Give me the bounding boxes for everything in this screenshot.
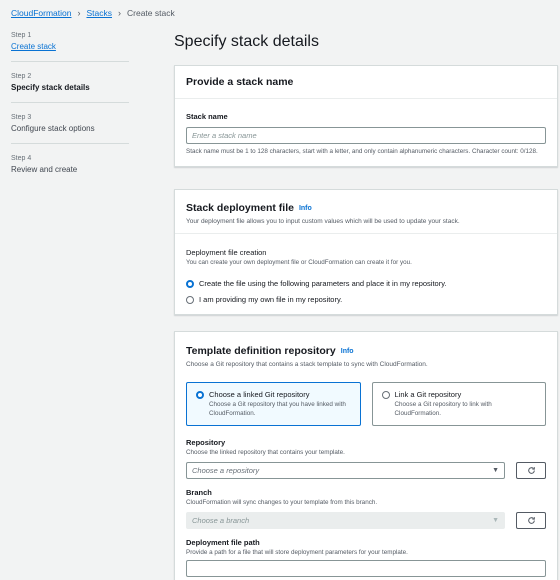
step-2: Step 2 Specify stack details bbox=[11, 73, 129, 103]
info-link[interactable]: Info bbox=[341, 348, 354, 355]
tile-title: Choose a linked Git repository bbox=[209, 390, 310, 399]
repository-select[interactable]: Choose a repository ▼ bbox=[186, 462, 505, 479]
template-repo-panel: Template definition repository Info Choo… bbox=[174, 331, 558, 580]
tile-desc: Choose a Git repository that you have li… bbox=[209, 401, 346, 417]
deployment-file-panel: Stack deployment file Info Your deployme… bbox=[174, 189, 558, 315]
radio-label: Create the file using the following para… bbox=[199, 279, 447, 288]
caret-down-icon: ▼ bbox=[492, 517, 499, 524]
stack-name-panel: Provide a stack name Stack name Enter a … bbox=[174, 65, 558, 167]
deploy-path-field: Deployment file path Provide a path for … bbox=[186, 538, 546, 577]
stack-name-hint: Stack name must be 1 to 128 characters, … bbox=[186, 148, 538, 155]
branch-field: Branch CloudFormation will sync changes … bbox=[186, 488, 546, 529]
breadcrumb-stacks[interactable]: Stacks bbox=[86, 8, 112, 18]
refresh-repository-button[interactable] bbox=[516, 462, 546, 479]
breadcrumb: CloudFormation › Stacks › Create stack bbox=[11, 8, 175, 18]
breadcrumb-current: Create stack bbox=[127, 8, 175, 18]
branch-select-row: Choose a branch ▼ bbox=[186, 512, 546, 529]
deployment-creation-label: Deployment file creation bbox=[186, 248, 267, 257]
panel-description: Choose a Git repository that contains a … bbox=[186, 361, 428, 368]
repository-select-row: Choose a repository ▼ bbox=[186, 462, 546, 479]
tile-title: Link a Git repository bbox=[394, 390, 462, 399]
step-number: Step 3 bbox=[11, 114, 32, 121]
info-link[interactable]: Info bbox=[299, 205, 312, 212]
panel-header: Stack deployment file Info Your deployme… bbox=[175, 190, 557, 234]
deploy-path-label: Deployment file path bbox=[186, 538, 260, 547]
step-label: Configure stack options bbox=[11, 124, 95, 133]
breadcrumb-cloudformation[interactable]: CloudFormation bbox=[11, 8, 71, 18]
step-label-current: Specify stack details bbox=[11, 83, 90, 92]
step-1: Step 1 Create stack bbox=[11, 32, 129, 62]
branch-label: Branch bbox=[186, 488, 212, 497]
radio-own-file[interactable]: I am providing my own file in my reposit… bbox=[186, 295, 546, 304]
radio-selected-icon bbox=[186, 279, 194, 288]
deploy-path-input[interactable] bbox=[186, 560, 546, 577]
stack-name-input[interactable]: Enter a stack name bbox=[186, 127, 546, 144]
panel-body: Deployment file creation You can create … bbox=[175, 234, 557, 314]
panel-body: Choose a linked Git repository Choose a … bbox=[175, 382, 557, 580]
radio-selected-icon bbox=[196, 390, 204, 399]
branch-desc: CloudFormation will sync changes to your… bbox=[186, 499, 378, 506]
repository-label: Repository bbox=[186, 438, 226, 447]
panel-title: Provide a stack name bbox=[186, 76, 294, 88]
chevron-right-icon: › bbox=[118, 8, 121, 18]
panel-body: Stack name Enter a stack name Stack name… bbox=[175, 99, 557, 166]
refresh-icon bbox=[527, 467, 535, 474]
tile-header: Choose a linked Git repository bbox=[196, 390, 351, 399]
radio-unselected-icon bbox=[186, 295, 194, 304]
step-link-create-stack[interactable]: Create stack bbox=[11, 42, 129, 51]
wizard-steps: Step 1 Create stack Step 2 Specify stack… bbox=[11, 32, 129, 195]
panel-title: Template definition repository Info bbox=[186, 345, 546, 357]
caret-down-icon: ▼ bbox=[492, 467, 499, 474]
panel-title-text: Stack deployment file bbox=[186, 202, 294, 214]
page-title: Specify stack details bbox=[174, 33, 319, 50]
step-number: Step 4 bbox=[11, 155, 32, 162]
tile-choose-linked-repo[interactable]: Choose a linked Git repository Choose a … bbox=[186, 382, 361, 426]
panel-description: Your deployment file allows you to input… bbox=[186, 218, 460, 225]
step-4: Step 4 Review and create bbox=[11, 155, 129, 184]
step-label: Review and create bbox=[11, 165, 78, 174]
chevron-right-icon: › bbox=[77, 8, 81, 18]
refresh-icon bbox=[527, 517, 535, 524]
radio-create-file[interactable]: Create the file using the following para… bbox=[186, 279, 546, 288]
tile-link-git-repo[interactable]: Link a Git repository Choose a Git repos… bbox=[371, 382, 546, 426]
panel-header: Template definition repository Info Choo… bbox=[175, 332, 557, 376]
repo-choice-tiles: Choose a linked Git repository Choose a … bbox=[186, 382, 546, 426]
step-number: Step 2 bbox=[11, 73, 32, 80]
step-number: Step 1 bbox=[11, 32, 32, 39]
repository-field: Repository Choose the linked repository … bbox=[186, 438, 546, 479]
refresh-branch-button[interactable] bbox=[516, 512, 546, 529]
tile-desc: Choose a Git repository to link with Clo… bbox=[394, 401, 492, 417]
repository-desc: Choose the linked repository that contai… bbox=[186, 449, 345, 456]
stack-name-label: Stack name bbox=[186, 112, 228, 121]
radio-unselected-icon bbox=[381, 390, 390, 399]
tile-header: Link a Git repository bbox=[381, 390, 537, 399]
panel-title: Stack deployment file Info bbox=[186, 202, 546, 214]
radio-label: I am providing my own file in my reposit… bbox=[199, 295, 343, 304]
step-3: Step 3 Configure stack options bbox=[11, 114, 129, 144]
select-placeholder: Choose a branch bbox=[192, 516, 250, 525]
panel-title-text: Template definition repository bbox=[186, 345, 336, 357]
deploy-path-desc: Provide a path for a file that will stor… bbox=[186, 549, 408, 556]
branch-select: Choose a branch ▼ bbox=[186, 512, 505, 529]
select-placeholder: Choose a repository bbox=[192, 466, 260, 475]
panel-header: Provide a stack name bbox=[175, 66, 557, 99]
deployment-creation-desc: You can create your own deployment file … bbox=[186, 259, 412, 266]
